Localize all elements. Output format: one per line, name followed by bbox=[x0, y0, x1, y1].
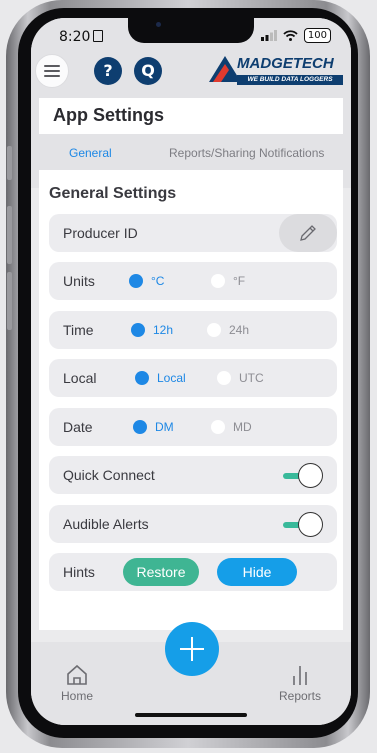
menu-icon-line bbox=[44, 75, 60, 77]
radio-dot bbox=[207, 323, 221, 337]
radio-label: 24h bbox=[229, 323, 250, 337]
producer-id-row[interactable]: Producer ID bbox=[49, 214, 337, 252]
edit-producer-id-button[interactable] bbox=[279, 214, 337, 252]
page-header: App Settings bbox=[39, 98, 343, 134]
nav-reports-label: Reports bbox=[278, 689, 322, 703]
radio-label: 12h bbox=[153, 323, 174, 337]
status-bar-icons: 100 bbox=[260, 28, 331, 43]
hints-row: Hints Restore Hide bbox=[49, 553, 337, 591]
status-time-text: 8:20 bbox=[59, 29, 91, 45]
search-icon[interactable]: Q bbox=[134, 57, 162, 85]
date-md-radio[interactable]: MD bbox=[211, 420, 252, 434]
radio-label: MD bbox=[233, 420, 252, 434]
radio-dot bbox=[211, 420, 225, 434]
app-screen: 8:20 100 ? Q MADGETECH WE BUILD DATA LOG… bbox=[31, 18, 351, 725]
utc-time-radio[interactable]: UTC bbox=[217, 371, 264, 385]
radio-dot bbox=[129, 274, 143, 288]
nav-home-label: Home bbox=[60, 689, 93, 703]
producer-id-label: Producer ID bbox=[63, 225, 138, 241]
logo-mountain-icon bbox=[209, 56, 241, 82]
mute-switch bbox=[7, 146, 12, 180]
date-row: Date DM MD bbox=[49, 408, 337, 446]
add-button[interactable] bbox=[165, 622, 219, 676]
toggle-knob bbox=[298, 512, 323, 537]
radio-label: °F bbox=[233, 274, 246, 288]
radio-label: UTC bbox=[239, 371, 264, 385]
menu-icon-line bbox=[44, 65, 60, 67]
nav-home[interactable]: Home bbox=[57, 664, 97, 703]
logo-tagline: WE BUILD DATA LOGGERS bbox=[237, 75, 343, 85]
restore-hints-button[interactable]: Restore bbox=[123, 558, 199, 586]
radio-dot bbox=[135, 371, 149, 385]
date-dm-radio[interactable]: DM bbox=[133, 420, 174, 434]
radio-label: Local bbox=[157, 371, 186, 385]
tab-reports-sharing[interactable]: Reports/Sharing bbox=[169, 146, 256, 160]
audible-alerts-row: Audible Alerts bbox=[49, 505, 337, 543]
quick-connect-label: Quick Connect bbox=[63, 467, 155, 483]
volume-down-button bbox=[7, 272, 12, 330]
local-row: Local Local UTC bbox=[49, 359, 337, 397]
help-icon[interactable]: ? bbox=[94, 57, 122, 85]
time-row: Time 12h 24h bbox=[49, 311, 337, 349]
units-row: Units °C °F bbox=[49, 262, 337, 300]
radio-dot bbox=[133, 420, 147, 434]
plus-icon bbox=[180, 637, 204, 661]
radio-label: °C bbox=[151, 274, 165, 288]
page-title: App Settings bbox=[53, 105, 164, 125]
section-title: General Settings bbox=[49, 185, 177, 202]
orientation-lock-icon bbox=[93, 30, 104, 42]
time-12h-radio[interactable]: 12h bbox=[131, 323, 173, 337]
toggle-knob bbox=[298, 463, 323, 488]
units-fahrenheit-radio[interactable]: °F bbox=[211, 274, 245, 288]
audible-alerts-toggle[interactable] bbox=[283, 512, 323, 538]
date-label: Date bbox=[63, 419, 93, 435]
madgetech-logo: MADGETECH WE BUILD DATA LOGGERS bbox=[207, 52, 343, 90]
status-bar-time: 8:20 bbox=[59, 29, 104, 45]
units-celsius-radio[interactable]: °C bbox=[129, 274, 164, 288]
pencil-icon bbox=[300, 225, 316, 241]
units-label: Units bbox=[63, 273, 95, 289]
volume-up-button bbox=[7, 206, 12, 264]
radio-dot bbox=[131, 323, 145, 337]
camera-notch bbox=[128, 18, 254, 43]
reports-icon bbox=[293, 666, 307, 685]
battery-icon: 100 bbox=[303, 28, 331, 43]
menu-button[interactable] bbox=[35, 54, 69, 88]
radio-dot bbox=[211, 274, 225, 288]
time-label: Time bbox=[63, 322, 94, 338]
settings-panel: General Settings Producer ID Units °C °F… bbox=[39, 170, 343, 630]
radio-label: DM bbox=[155, 420, 174, 434]
settings-tabs: General Reports/Sharing Notifications bbox=[39, 136, 343, 170]
logo-name: MADGETECH bbox=[237, 55, 334, 72]
menu-icon-line bbox=[44, 70, 60, 72]
local-time-radio[interactable]: Local bbox=[135, 371, 186, 385]
hide-hints-button[interactable]: Hide bbox=[217, 558, 297, 586]
hints-label: Hints bbox=[63, 564, 95, 580]
signal-icon bbox=[260, 30, 277, 41]
nav-reports[interactable]: Reports bbox=[275, 664, 325, 703]
camera-dot bbox=[156, 22, 161, 27]
local-label: Local bbox=[63, 370, 97, 386]
quick-connect-toggle[interactable] bbox=[283, 463, 323, 489]
audible-alerts-label: Audible Alerts bbox=[63, 516, 149, 532]
home-indicator bbox=[135, 713, 247, 717]
tab-general[interactable]: General bbox=[69, 146, 112, 160]
radio-dot bbox=[217, 371, 231, 385]
quick-connect-row: Quick Connect bbox=[49, 456, 337, 494]
home-icon bbox=[67, 664, 87, 685]
time-24h-radio[interactable]: 24h bbox=[207, 323, 249, 337]
tab-notifications[interactable]: Notifications bbox=[259, 146, 324, 160]
wifi-icon bbox=[283, 30, 298, 41]
